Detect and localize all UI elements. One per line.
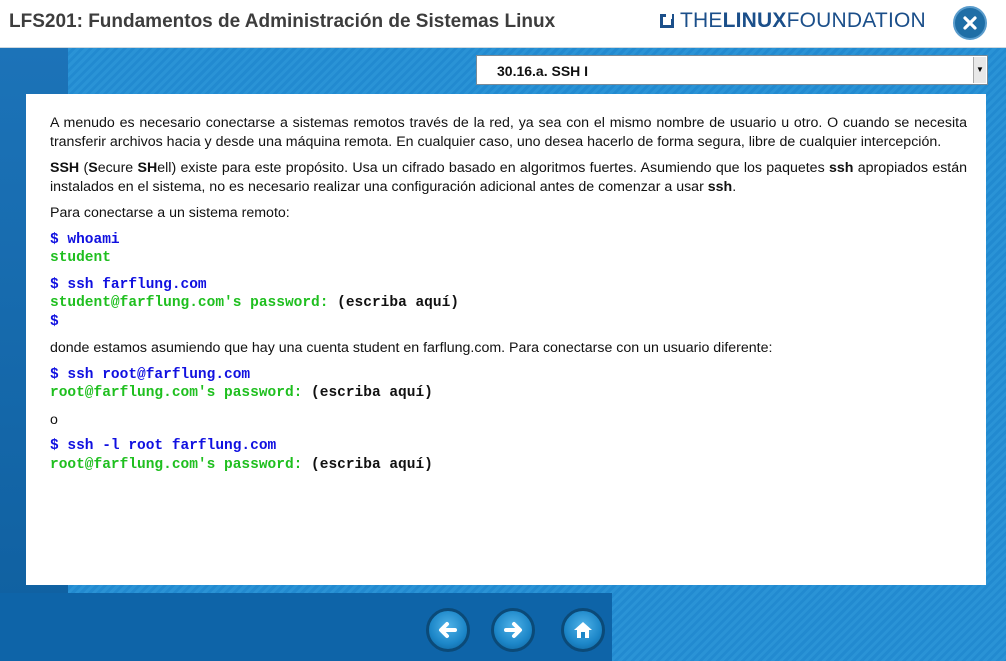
code-output: student	[50, 250, 111, 266]
code-command: $ ssh farflung.com	[50, 276, 207, 293]
close-button[interactable]	[953, 6, 987, 40]
logo-text-linux: LINUX	[722, 9, 787, 32]
code-command: $ whoami	[50, 231, 120, 248]
linux-foundation-logo: THE LINUX FOUNDATION	[660, 9, 926, 33]
code-block-ssh-root: $ ssh root@farflung.com root@farflung.co…	[50, 366, 967, 403]
back-button[interactable]	[426, 608, 470, 652]
code-command: $ ssh -l root farflung.com	[50, 438, 277, 454]
paragraph-ssh: SSH (Secure SHell) existe para este prop…	[50, 160, 968, 195]
logo-text-the: THE	[680, 9, 723, 32]
code-prompt: $	[50, 313, 59, 330]
arrow-left-icon	[439, 622, 457, 638]
section-dropdown-value: 30.16.a. SSH I	[497, 63, 589, 79]
section-dropdown[interactable]: 30.16.a. SSH I ▼	[476, 55, 988, 85]
header-bar: LFS201: Fundamentos de Administración de…	[0, 0, 1006, 48]
close-icon	[963, 16, 977, 30]
logo-mark-icon	[660, 13, 674, 28]
code-output-line: student@farflung.com's password: (escrib…	[50, 295, 459, 311]
code-command: $ ssh root@farflung.com	[50, 366, 251, 383]
paragraph-connect: Para conectarse a un sistema remoto:	[50, 205, 290, 221]
code-output-line: root@farflung.com's password: (escriba a…	[50, 385, 433, 401]
arrow-right-icon	[504, 622, 522, 638]
home-button[interactable]	[561, 608, 605, 652]
paragraph-intro: A menudo es necesario conectarse a siste…	[50, 115, 967, 150]
paragraph-or: o	[50, 411, 58, 428]
code-output-line: root@farflung.com's password: (escriba a…	[50, 456, 433, 473]
lesson-content: A menudo es necesario conectarse a siste…	[26, 94, 986, 585]
home-icon	[574, 622, 592, 638]
dropdown-arrow-icon[interactable]: ▼	[973, 57, 986, 83]
next-button[interactable]	[491, 608, 535, 652]
code-block-whoami: $ whoami student	[50, 231, 967, 268]
code-block-ssh-l: $ ssh -l root farflung.com root@farflung…	[50, 437, 967, 474]
paragraph-different-user: donde estamos asumiendo que hay una cuen…	[50, 340, 773, 356]
code-block-ssh: $ ssh farflung.com student@farflung.com'…	[50, 276, 967, 332]
course-title: LFS201: Fundamentos de Administración de…	[9, 11, 556, 32]
logo-text-foundation: FOUNDATION	[786, 9, 926, 32]
